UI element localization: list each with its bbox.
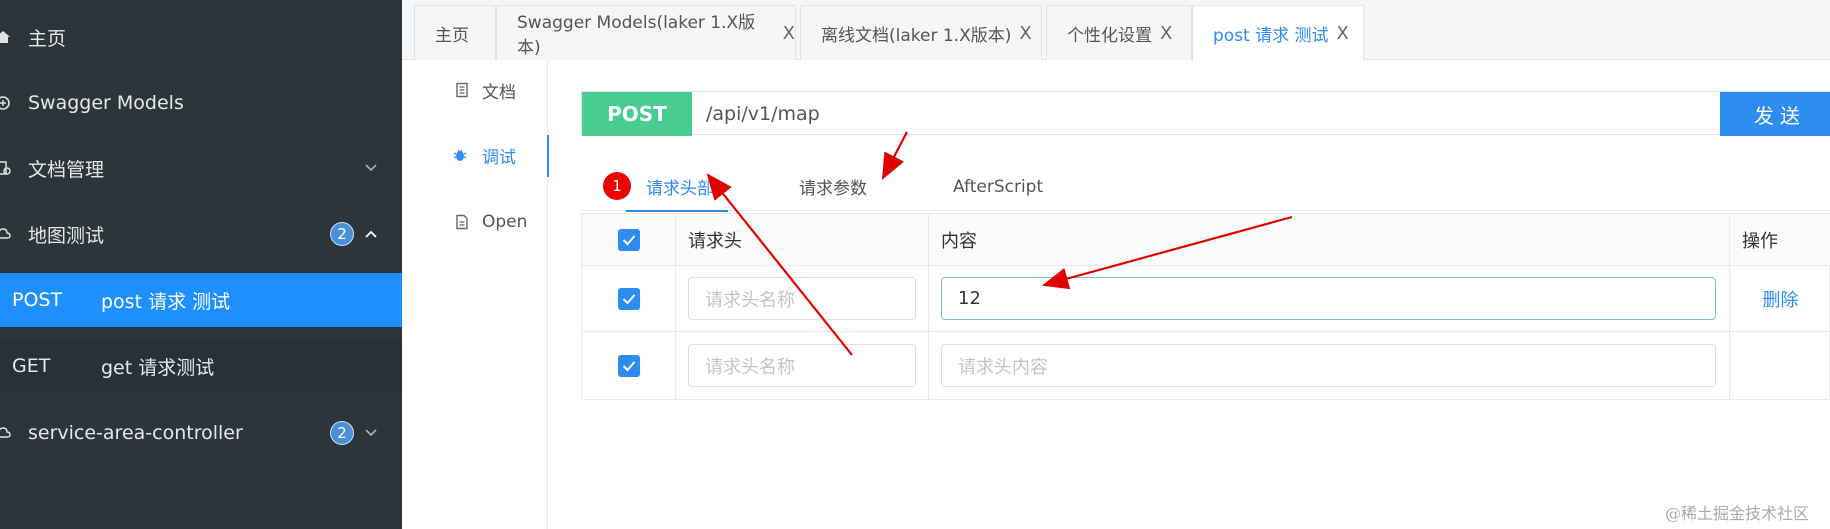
table-row: 请求头名称 请求头内容: [582, 332, 1830, 399]
header-name-input[interactable]: 请求头名称: [688, 344, 916, 387]
input-placeholder: 请求头名称: [705, 356, 795, 378]
header-value-cell: 12: [929, 266, 1730, 331]
tab-bar: 主页 Swagger Models(laker 1.X版本) X 离线文档(la…: [402, 0, 1830, 61]
header-value-input[interactable]: 请求头内容: [941, 344, 1716, 387]
close-icon[interactable]: X: [783, 23, 795, 44]
url-input[interactable]: /api/v1/map: [706, 92, 820, 136]
sidebar-item-label: service-area-controller: [28, 422, 243, 444]
column-header-name: 请求头: [676, 214, 929, 265]
home-icon: [0, 28, 12, 46]
header-name-cell: 请求头名称: [676, 332, 929, 399]
tab-request-params[interactable]: 请求参数: [799, 162, 867, 211]
subtab-label: AfterScript: [953, 176, 1044, 197]
menu-label: 调试: [482, 147, 516, 168]
close-icon[interactable]: X: [1160, 23, 1172, 44]
menu-item-doc[interactable]: 文档: [402, 60, 548, 120]
sidebar-item-label: 主页: [28, 27, 67, 50]
row-checkbox[interactable]: [617, 287, 640, 310]
tab-request-headers[interactable]: 请求头部: [626, 162, 728, 212]
tab-label: 个性化设置: [1067, 25, 1152, 46]
http-method-badge: POST: [582, 92, 692, 136]
endpoint-name: post 请求 测试: [101, 290, 231, 313]
menu-item-open[interactable]: Open: [402, 192, 548, 252]
input-placeholder: 请求头名称: [705, 289, 795, 311]
method-label: POST: [12, 289, 63, 311]
header-value-input[interactable]: 12: [941, 277, 1716, 320]
sidebar-item-label: 地图测试: [28, 224, 105, 247]
bug-icon: [452, 147, 468, 163]
sidebar-item-map-test[interactable]: 地图测试 2: [0, 201, 402, 267]
request-bar: POST /api/v1/map 发送: [581, 91, 1830, 136]
api-side-menu: 文档 调试 Open: [402, 60, 549, 529]
tab-home[interactable]: 主页: [414, 5, 496, 60]
action-cell: [1730, 332, 1830, 399]
tab-label: 主页: [435, 25, 469, 46]
tab-personal-settings[interactable]: 个性化设置 X: [1046, 5, 1192, 60]
sidebar: 主页 Swagger Models 文档管理 地图测试 2 POST post …: [0, 0, 402, 529]
column-header-action: 操作: [1742, 230, 1778, 252]
send-button[interactable]: 发送: [1720, 92, 1830, 136]
column-header-value: 内容: [929, 214, 1730, 265]
menu-label: 文档: [482, 82, 516, 103]
tab-swagger-models[interactable]: Swagger Models(laker 1.X版本) X: [496, 5, 796, 60]
method-label: GET: [12, 355, 51, 377]
sidebar-subitem-post-test[interactable]: POST post 请求 测试: [0, 273, 402, 327]
sidebar-item-label: Swagger Models: [28, 92, 184, 114]
chevron-up-icon[interactable]: [364, 227, 378, 241]
sidebar-item-label: 文档管理: [28, 158, 105, 181]
menu-item-debug[interactable]: 调试: [402, 125, 549, 185]
file-icon: [454, 214, 470, 230]
select-all-cell: [582, 214, 676, 265]
doc-settings-icon: [0, 159, 12, 177]
tab-label: 离线文档(laker 1.X版本): [821, 25, 1012, 46]
tab-post-test[interactable]: post 请求 测试 X: [1192, 5, 1364, 61]
header-name-cell: 请求头名称: [676, 266, 929, 331]
count-badge: 2: [330, 222, 354, 246]
delete-link[interactable]: 删除: [1763, 286, 1799, 312]
count-badge: 2: [330, 421, 354, 445]
input-placeholder: 请求头内容: [958, 356, 1048, 378]
models-icon: [0, 94, 12, 112]
tab-label: post 请求 测试: [1213, 26, 1329, 46]
header-name-input[interactable]: 请求头名称: [688, 277, 916, 320]
select-all-checkbox[interactable]: [617, 228, 640, 251]
close-icon[interactable]: X: [1019, 23, 1031, 44]
row-select-cell: [582, 332, 676, 399]
table-header-row: 请求头 内容 操作: [582, 214, 1830, 266]
sidebar-item-home[interactable]: 主页: [0, 4, 402, 70]
tab-label: Swagger Models(laker 1.X版本): [517, 13, 756, 58]
cloud-icon: [0, 424, 12, 442]
watermark: @稀土掘金技术社区: [1665, 504, 1810, 523]
close-icon[interactable]: X: [1337, 23, 1349, 44]
input-value: 12: [958, 288, 981, 309]
request-header-table: 请求头 内容 操作 请求头名称 12 删除 请求头名称 请求头内容: [581, 213, 1830, 400]
action-cell: 删除: [1730, 266, 1830, 331]
step-number-badge: 1: [603, 172, 631, 200]
sidebar-item-doc-management[interactable]: 文档管理: [0, 135, 402, 201]
tab-after-script[interactable]: AfterScript: [953, 162, 1043, 211]
chevron-down-icon[interactable]: [364, 161, 378, 175]
chevron-down-icon[interactable]: [364, 426, 378, 440]
document-icon: [454, 82, 470, 98]
sidebar-item-swagger-models[interactable]: Swagger Models: [0, 70, 402, 136]
request-sub-tabs: 1 请求头部 请求参数 AfterScript: [581, 162, 1830, 212]
sidebar-item-service-area-controller[interactable]: service-area-controller 2: [0, 400, 402, 466]
endpoint-name: get 请求测试: [101, 356, 215, 379]
header-value-cell: 请求头内容: [929, 332, 1730, 399]
row-select-cell: [582, 266, 676, 331]
table-row: 请求头名称 12 删除: [582, 266, 1830, 332]
menu-label: Open: [482, 212, 528, 232]
cloud-icon: [0, 225, 12, 243]
subtab-label: 请求头部: [646, 179, 714, 199]
subtab-label: 请求参数: [799, 179, 867, 199]
row-checkbox[interactable]: [617, 354, 640, 377]
tab-offline-docs[interactable]: 离线文档(laker 1.X版本) X: [800, 5, 1042, 60]
sidebar-subitem-get-test[interactable]: GET get 请求测试: [0, 339, 402, 393]
